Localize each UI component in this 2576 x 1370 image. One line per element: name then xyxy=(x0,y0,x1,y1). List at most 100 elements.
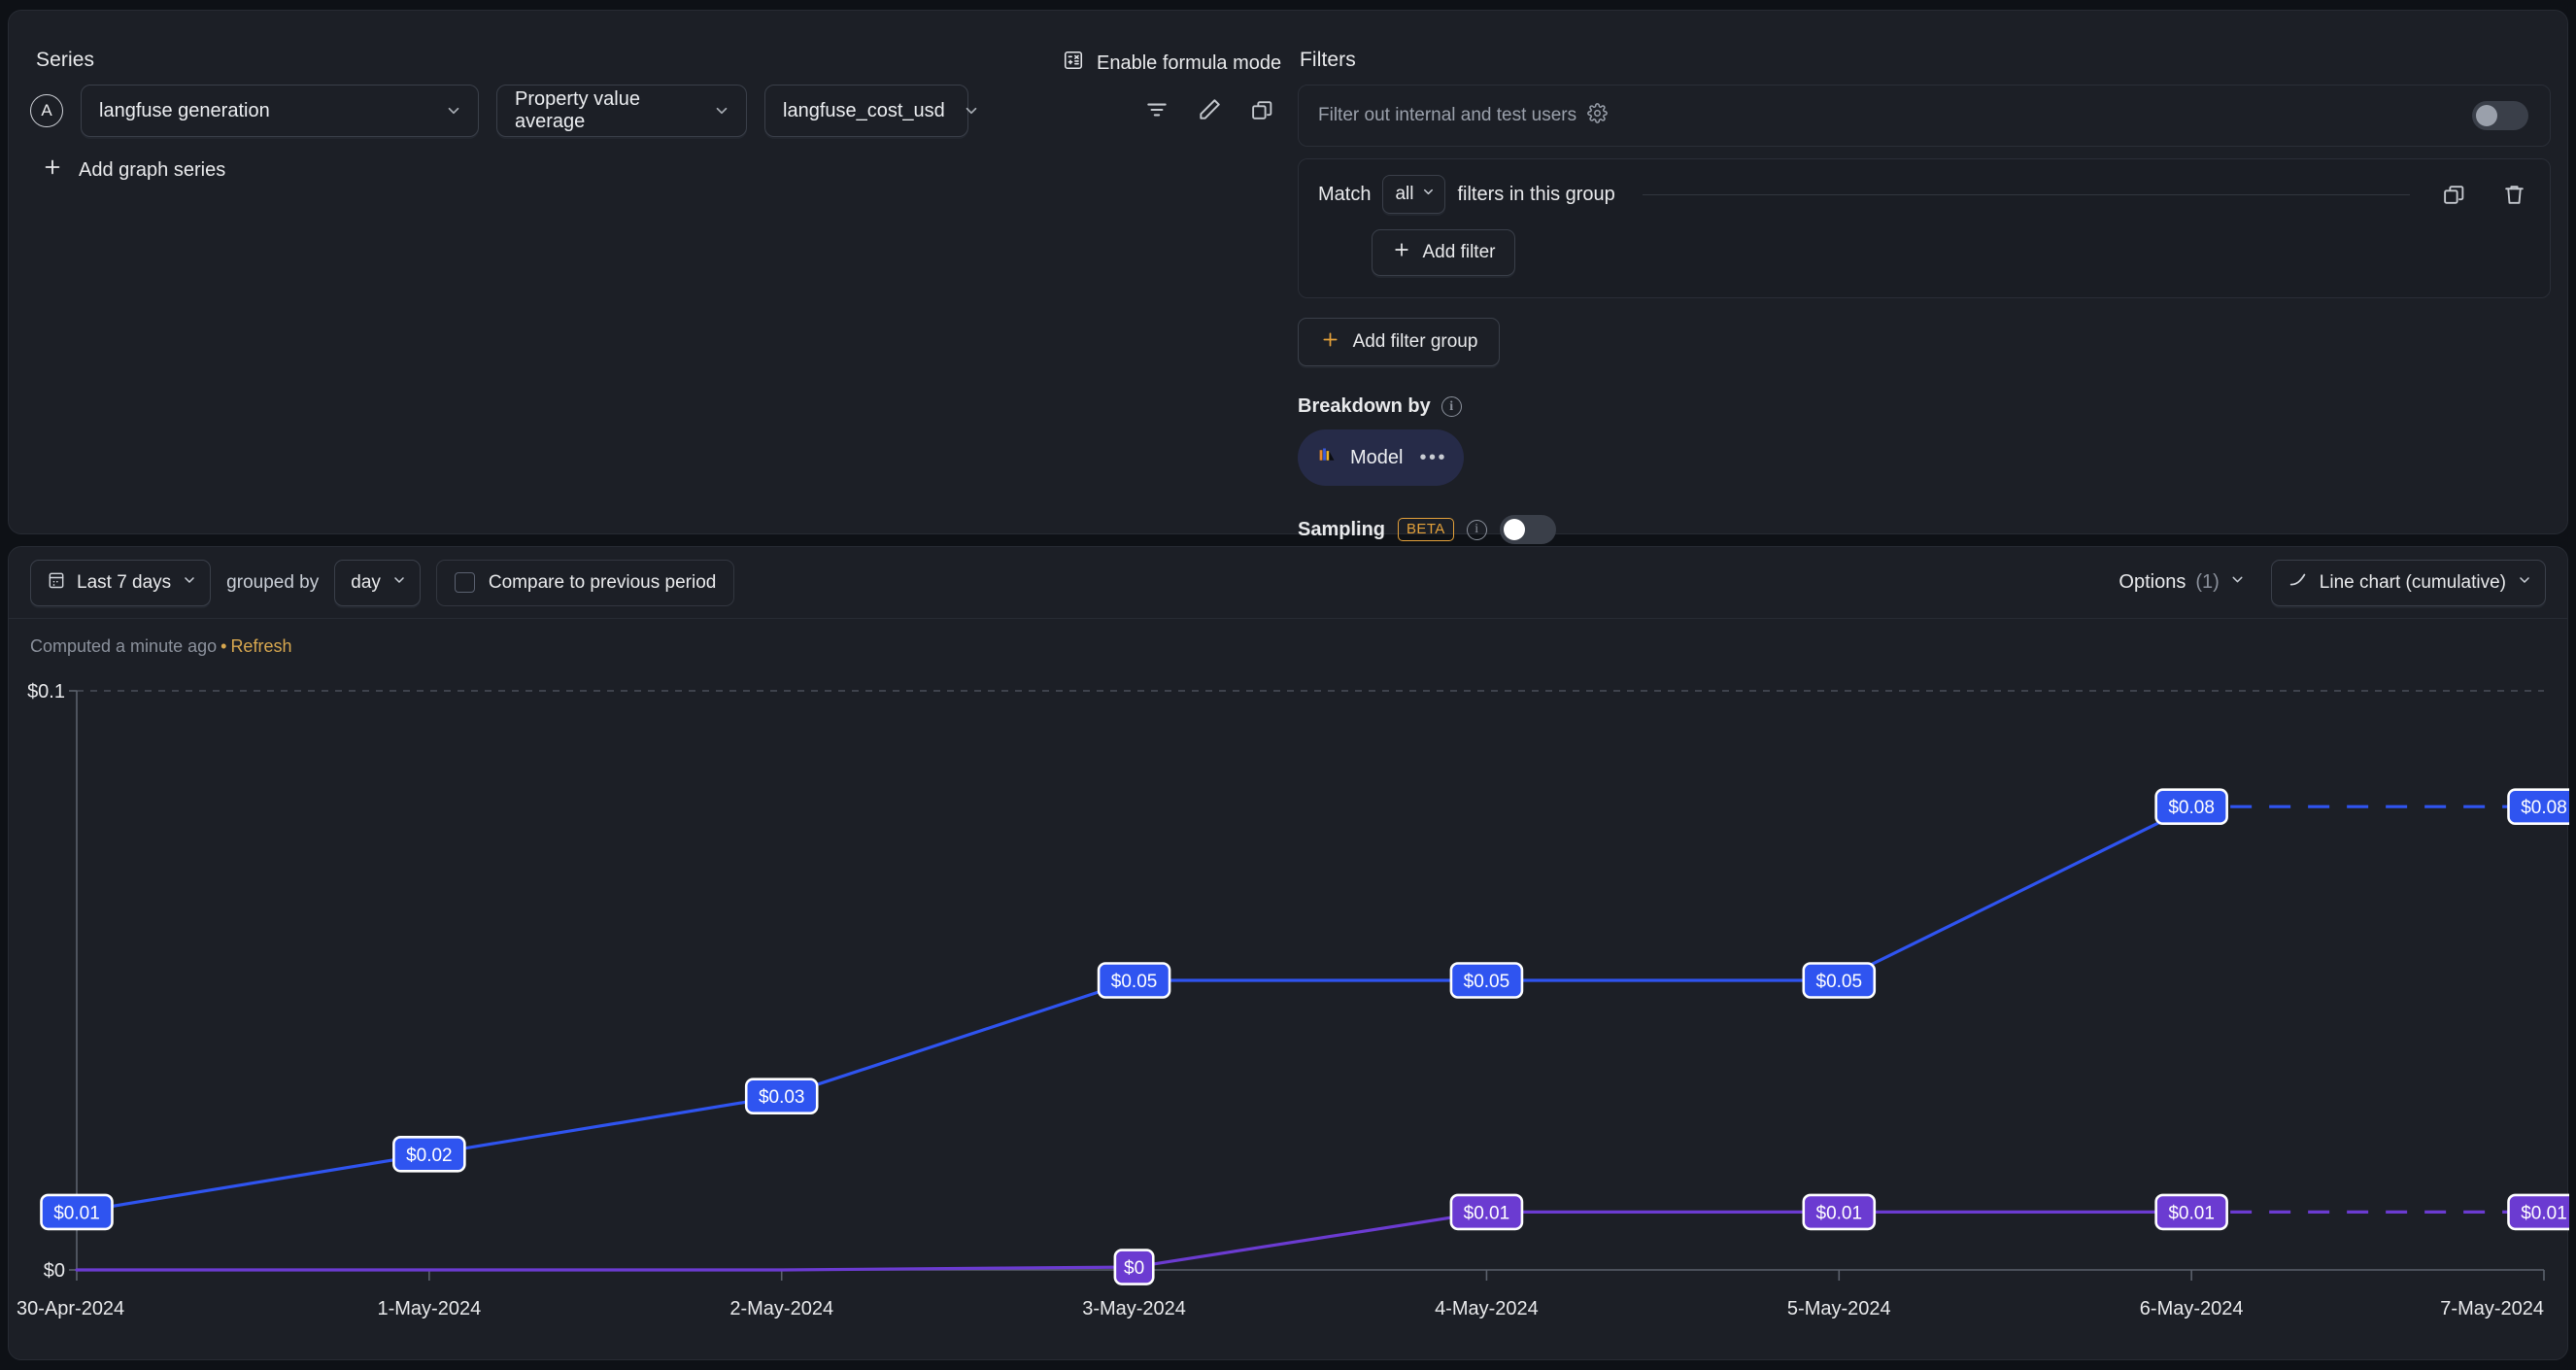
chart-toolbar: Last 7 days grouped by day Compare to pr… xyxy=(9,547,2567,619)
chevron-down-icon xyxy=(445,102,462,120)
sampling-row: Sampling BETA i xyxy=(1298,515,2551,544)
match-operator-select[interactable]: all xyxy=(1382,175,1446,214)
filter-icon[interactable] xyxy=(1140,93,1173,126)
svg-text:$0.08: $0.08 xyxy=(2168,798,2215,818)
date-range-value: Last 7 days xyxy=(77,571,172,593)
y-tick-label: $0 xyxy=(44,1260,65,1282)
filters-section-title: Filters xyxy=(1300,49,1356,71)
analytics-page: Series A langfuse generation Property va… xyxy=(0,0,2576,1370)
breakdown-label: Breakdown by xyxy=(1298,395,1431,417)
series-property-select[interactable]: langfuse_cost_usd xyxy=(764,85,977,137)
series-badge-a: A xyxy=(30,94,63,127)
gear-icon[interactable] xyxy=(1587,102,1608,129)
line-chart-icon xyxy=(2288,569,2309,597)
plus-icon xyxy=(1320,329,1340,355)
compare-checkbox[interactable] xyxy=(454,572,475,593)
filter-internal-users-label: Filter out internal and test users xyxy=(1318,105,1577,125)
x-tick-label: 4-May-2024 xyxy=(1435,1298,1539,1319)
chevron-down-icon xyxy=(182,572,197,594)
filter-internal-users-row: Filter out internal and test users xyxy=(1298,85,2551,147)
model-icon xyxy=(1317,445,1338,471)
duplicate-icon[interactable] xyxy=(1245,93,1278,126)
match-operator-value: all xyxy=(1395,184,1414,204)
info-icon[interactable]: i xyxy=(1466,519,1487,540)
svg-text:$0.01: $0.01 xyxy=(2168,1203,2215,1223)
add-filter-group-button[interactable]: Add filter group xyxy=(1298,318,1500,366)
x-tick-label: 7-May-2024 xyxy=(2440,1298,2544,1319)
compare-label: Compare to previous period xyxy=(488,571,717,593)
series-aggregation-value: Property value average xyxy=(515,88,640,132)
data-point-label: $0 xyxy=(1113,1249,1155,1285)
options-button[interactable]: Options (1) xyxy=(2118,571,2245,594)
computed-text: Computed a minute ago xyxy=(30,636,218,656)
sampling-toggle[interactable] xyxy=(1499,515,1556,544)
chevron-down-icon xyxy=(713,102,730,120)
calendar-icon xyxy=(47,570,66,596)
data-point-label: $0.01 xyxy=(40,1193,114,1231)
series-metric-value: langfuse generation xyxy=(99,99,270,121)
breakdown-chip-model[interactable]: Model ••• xyxy=(1298,429,1464,486)
add-filter-button[interactable]: Add filter xyxy=(1372,229,1515,276)
add-graph-series-button[interactable]: Add graph series xyxy=(42,156,225,184)
options-count: (1) xyxy=(2195,571,2220,593)
duplicate-group-icon[interactable] xyxy=(2437,178,2470,211)
svg-text:$0.05: $0.05 xyxy=(1816,972,1863,992)
svg-text:$0.08: $0.08 xyxy=(2521,798,2567,818)
chart-type-select[interactable]: Line chart (cumulative) xyxy=(2270,559,2546,606)
data-point-label: $0.01 xyxy=(1802,1193,1877,1231)
x-tick-label: 5-May-2024 xyxy=(1787,1298,1891,1319)
refresh-button[interactable]: Refresh xyxy=(230,636,291,656)
data-point-label: $0.05 xyxy=(1449,962,1524,999)
svg-text:$0.01: $0.01 xyxy=(53,1203,100,1223)
more-options-icon[interactable]: ••• xyxy=(1419,447,1447,469)
match-label: Match xyxy=(1318,183,1372,205)
series-property-value: langfuse_cost_usd xyxy=(783,99,945,121)
breakdown-chip-label: Model xyxy=(1350,446,1404,468)
svg-text:$0.01: $0.01 xyxy=(1816,1203,1863,1223)
svg-text:$0.03: $0.03 xyxy=(759,1087,805,1108)
delete-group-icon[interactable] xyxy=(2497,178,2530,211)
data-point-label: $0.02 xyxy=(392,1135,466,1173)
series-aggregation-select[interactable]: Property value average xyxy=(496,85,747,137)
sampling-label: Sampling xyxy=(1298,518,1386,540)
match-suffix-label: filters in this group xyxy=(1457,183,1615,205)
svg-text:$0.01: $0.01 xyxy=(1464,1203,1510,1223)
filter-group: Match all filters in this group Add filt… xyxy=(1298,158,2551,298)
granularity-select[interactable]: day xyxy=(334,559,421,606)
series-metric-select[interactable]: langfuse generation xyxy=(81,85,479,137)
options-label: Options xyxy=(2118,571,2186,593)
data-point-label: $0.05 xyxy=(1802,962,1877,999)
chart-plot-area: $0 $0.1 30-Apr-2024 1-May-2024 2-May-2024 3-M… xyxy=(9,664,2569,1361)
info-icon[interactable]: i xyxy=(1441,396,1462,417)
svg-text:$0.05: $0.05 xyxy=(1111,972,1158,992)
filter-internal-users-toggle[interactable] xyxy=(2472,101,2528,130)
status-separator: • xyxy=(220,636,227,656)
grouped-by-label: grouped by xyxy=(226,571,320,593)
x-tick-label: 6-May-2024 xyxy=(2140,1298,2244,1319)
calculator-icon xyxy=(1063,50,1084,77)
data-point-label: $0.03 xyxy=(744,1078,819,1115)
edit-icon[interactable] xyxy=(1193,93,1226,126)
data-point-label: $0.01 xyxy=(1449,1193,1524,1231)
x-tick-label: 2-May-2024 xyxy=(729,1298,833,1319)
data-point-label: $0.08 xyxy=(2154,788,2228,825)
enable-formula-mode-button[interactable]: Enable formula mode xyxy=(1063,50,1281,77)
date-range-select[interactable]: Last 7 days xyxy=(30,559,212,606)
x-tick-label: 3-May-2024 xyxy=(1082,1298,1186,1319)
chart-card: Last 7 days grouped by day Compare to pr… xyxy=(8,546,2569,1361)
toggle-knob xyxy=(2476,105,2497,126)
series-section-title: Series xyxy=(36,49,95,71)
beta-badge: BETA xyxy=(1398,518,1454,541)
series-row: A langfuse generation Property value ave… xyxy=(30,85,977,137)
svg-text:$0.02: $0.02 xyxy=(406,1146,453,1166)
add-filter-label: Add filter xyxy=(1422,242,1496,262)
data-point-label: $0.01 xyxy=(2507,1193,2569,1231)
query-config-card: Series A langfuse generation Property va… xyxy=(8,10,2568,544)
plus-icon xyxy=(1392,240,1411,265)
plus-icon xyxy=(42,156,63,184)
chevron-down-icon xyxy=(2229,571,2246,594)
compare-previous-period-toggle[interactable]: Compare to previous period xyxy=(435,559,735,606)
data-point-label: $0.08 xyxy=(2507,788,2569,825)
svg-text:$0: $0 xyxy=(1124,1258,1144,1279)
breakdown-header: Breakdown by i xyxy=(1298,395,2551,418)
